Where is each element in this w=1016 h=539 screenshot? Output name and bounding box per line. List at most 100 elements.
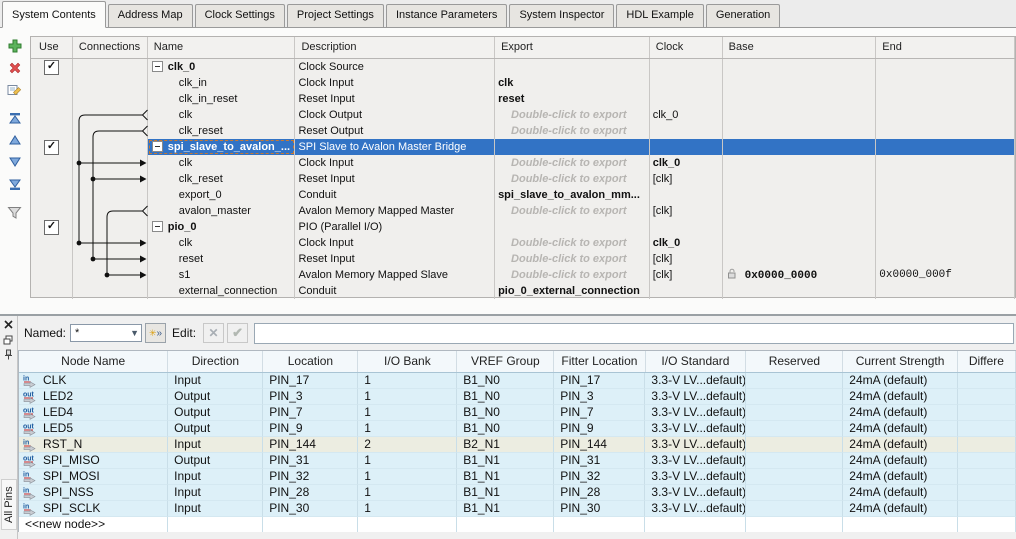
column-header-clock[interactable]: Clock (650, 37, 723, 58)
system-row-clk-0[interactable]: ✓clk_0Clock Source (31, 59, 1015, 75)
collapse-icon[interactable] (152, 61, 163, 72)
pin-column-header-reserved[interactable]: Reserved (746, 351, 843, 372)
use-checkbox[interactable]: ✓ (44, 60, 59, 75)
base-cell[interactable] (723, 91, 877, 107)
clock-cell[interactable]: clk_0 (650, 235, 723, 251)
system-row-clk-reset[interactable]: clk_resetReset OutputDouble-click to exp… (31, 123, 1015, 139)
float-pane-button[interactable] (1, 333, 15, 346)
pin-column-header-current-strength[interactable]: Current Strength (843, 351, 957, 372)
export-cell[interactable]: Double-click to export (495, 267, 650, 283)
clock-cell[interactable] (650, 59, 723, 75)
export-cell[interactable]: clk (495, 75, 650, 91)
base-cell[interactable] (723, 171, 877, 187)
column-header-name[interactable]: Name (148, 37, 296, 58)
move-down-button[interactable] (4, 152, 26, 172)
tab-clock-settings[interactable]: Clock Settings (195, 4, 285, 27)
filter-button[interactable] (4, 202, 26, 222)
clock-cell[interactable] (650, 123, 723, 139)
base-cell[interactable] (723, 155, 877, 171)
pin-row-led2[interactable]: outLED2OutputPIN_31B1_N0PIN_33.3-V LV...… (19, 389, 1016, 405)
node-finder-button[interactable]: ✳» (145, 323, 166, 343)
column-header-export[interactable]: Export (495, 37, 650, 58)
pin-pane-button[interactable] (1, 348, 15, 361)
system-row-external-connection[interactable]: external_connectionConduitpio_0_external… (31, 283, 1015, 299)
clock-cell[interactable] (650, 187, 723, 203)
system-row-clk[interactable]: clkClock OutputDouble-click to exportclk… (31, 107, 1015, 123)
base-cell[interactable] (723, 203, 877, 219)
system-row-avalon-master[interactable]: avalon_masterAvalon Memory Mapped Master… (31, 203, 1015, 219)
use-checkbox[interactable]: ✓ (44, 220, 59, 235)
edit-accept-button[interactable]: ✔ (227, 323, 248, 343)
system-row-clk[interactable]: clkClock InputDouble-click to exportclk_… (31, 235, 1015, 251)
edit-component-button[interactable] (4, 80, 26, 100)
pin-row-led4[interactable]: outLED4OutputPIN_71B1_N0PIN_73.3-V LV...… (19, 405, 1016, 421)
export-cell[interactable]: reset (495, 91, 650, 107)
clock-cell[interactable] (650, 139, 723, 155)
system-row-pio-0[interactable]: ✓pio_0PIO (Parallel I/O) (31, 219, 1015, 235)
base-cell[interactable] (723, 75, 877, 91)
pin-column-header-direction[interactable]: Direction (168, 351, 263, 372)
column-header-connections[interactable]: Connections (73, 37, 148, 58)
export-cell[interactable]: Double-click to export (495, 171, 650, 187)
export-cell[interactable]: Double-click to export (495, 155, 650, 171)
clock-cell[interactable]: clk_0 (650, 155, 723, 171)
tab-address-map[interactable]: Address Map (108, 4, 193, 27)
export-cell[interactable] (495, 59, 650, 75)
add-component-button[interactable] (4, 36, 26, 56)
pin-column-header-i-o-bank[interactable]: I/O Bank (358, 351, 457, 372)
clock-cell[interactable]: [clk] (650, 251, 723, 267)
base-cell[interactable] (723, 219, 877, 235)
export-cell[interactable]: Double-click to export (495, 123, 650, 139)
clock-cell[interactable]: [clk] (650, 267, 723, 283)
system-row-s1[interactable]: s1Avalon Memory Mapped SlaveDouble-click… (31, 267, 1015, 283)
use-checkbox[interactable]: ✓ (44, 140, 59, 155)
column-header-base[interactable]: Base (723, 37, 877, 58)
system-row-clk-reset[interactable]: clk_resetReset InputDouble-click to expo… (31, 171, 1015, 187)
pin-column-header-differe[interactable]: Differe (958, 351, 1016, 372)
base-cell[interactable] (723, 123, 877, 139)
export-cell[interactable]: Double-click to export (495, 251, 650, 267)
base-cell[interactable] (723, 251, 877, 267)
pin-column-header-node-name[interactable]: Node Name (19, 351, 168, 372)
export-cell[interactable]: spi_slave_to_avalon_mm... (495, 187, 650, 203)
collapse-icon[interactable] (152, 221, 163, 232)
base-cell[interactable] (723, 59, 877, 75)
export-cell[interactable]: Double-click to export (495, 203, 650, 219)
edit-value-field[interactable] (254, 323, 1014, 344)
system-row-clk-in-reset[interactable]: clk_in_resetReset Inputreset (31, 91, 1015, 107)
named-filter-combo[interactable]: * ▼ (70, 324, 142, 342)
tab-system-inspector[interactable]: System Inspector (509, 4, 614, 27)
base-cell[interactable] (723, 107, 877, 123)
move-up-button[interactable] (4, 130, 26, 150)
pin-row-clk[interactable]: inCLKInputPIN_171B1_N0PIN_173.3-V LV...d… (19, 373, 1016, 389)
collapse-icon[interactable] (152, 141, 163, 152)
tab-project-settings[interactable]: Project Settings (287, 4, 384, 27)
tab-instance-parameters[interactable]: Instance Parameters (386, 4, 508, 27)
base-cell[interactable] (723, 139, 877, 155)
clock-cell[interactable] (650, 91, 723, 107)
pin-column-header-fitter-location[interactable]: Fitter Location (554, 351, 645, 372)
clock-cell[interactable]: [clk] (650, 171, 723, 187)
system-row-export-0[interactable]: export_0Conduitspi_slave_to_avalon_mm... (31, 187, 1015, 203)
export-cell[interactable]: pio_0_external_connection (495, 283, 650, 299)
remove-component-button[interactable] (4, 58, 26, 78)
export-cell[interactable] (495, 139, 650, 155)
column-header-description[interactable]: Description (295, 37, 495, 58)
tab-generation[interactable]: Generation (706, 4, 780, 27)
pin-column-header-location[interactable]: Location (263, 351, 358, 372)
new-node-row[interactable]: <<new node>> (19, 517, 1016, 532)
export-cell[interactable]: Double-click to export (495, 235, 650, 251)
all-pins-tab[interactable]: All Pins (1, 479, 17, 530)
move-bottom-button[interactable] (4, 174, 26, 194)
system-row-clk[interactable]: clkClock InputDouble-click to exportclk_… (31, 155, 1015, 171)
column-header-use[interactable]: Use (31, 37, 73, 58)
pin-row-rst-n[interactable]: inRST_NInputPIN_1442B2_N1PIN_1443.3-V LV… (19, 437, 1016, 453)
tab-system-contents[interactable]: System Contents (2, 1, 106, 28)
clock-cell[interactable] (650, 219, 723, 235)
system-row-clk-in[interactable]: clk_inClock Inputclk (31, 75, 1015, 91)
pin-column-header-i-o-standard[interactable]: I/O Standard (646, 351, 747, 372)
column-header-end[interactable]: End (876, 37, 1015, 58)
pin-column-header-vref-group[interactable]: VREF Group (457, 351, 554, 372)
clock-cell[interactable] (650, 283, 723, 299)
close-pane-button[interactable] (1, 318, 15, 331)
